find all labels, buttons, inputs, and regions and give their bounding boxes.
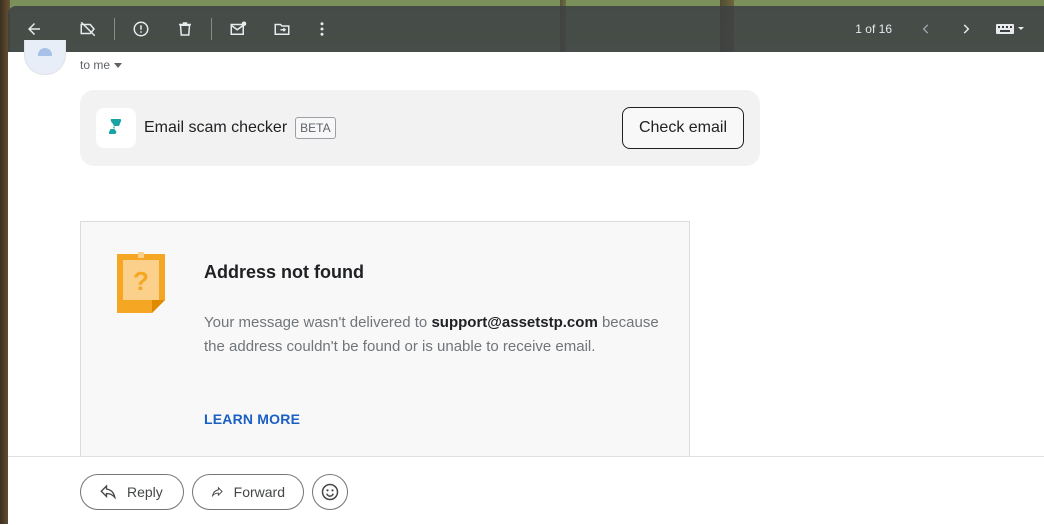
surfshark-logo-icon: [96, 108, 136, 148]
bounce-title: Address not found: [204, 262, 364, 282]
recipient-label: to me: [80, 58, 111, 72]
mark-unread-icon: [230, 21, 247, 35]
back-arrow-icon: [28, 23, 40, 35]
chevron-left-icon: [922, 24, 929, 34]
input-tools-button[interactable]: [986, 9, 1034, 49]
delete-button[interactable]: [165, 9, 205, 49]
move-to-icon: [274, 23, 290, 35]
more-options-button[interactable]: [302, 9, 342, 49]
scam-checker-banner: Email scam checker BETA Check email: [80, 90, 760, 166]
delivery-failure-notice: ? Address not found Your message wasn't …: [80, 221, 690, 462]
bounce-message: Your message wasn't delivered to support…: [204, 311, 664, 359]
reply-actions-bar: Reply Forward: [8, 456, 1044, 525]
bounce-message-prefix: Your message wasn't delivered to: [204, 314, 432, 331]
reply-label: Reply: [127, 484, 163, 500]
forward-icon: [211, 486, 223, 498]
label-off-icon: [80, 21, 96, 37]
chevron-right-icon: [963, 24, 970, 34]
more-vert-icon: [320, 22, 324, 36]
recipient-details-toggle[interactable]: to me: [80, 58, 123, 72]
beta-badge: BETA: [295, 117, 336, 139]
scam-checker-title: Email scam checker: [144, 119, 288, 136]
remove-label-button[interactable]: [68, 9, 108, 49]
forward-label: Forward: [233, 484, 285, 500]
forward-button[interactable]: Forward: [192, 474, 304, 510]
newer-button[interactable]: [906, 9, 946, 49]
missing-address-note-icon: ?: [117, 252, 165, 313]
reply-button[interactable]: Reply: [80, 474, 184, 510]
check-email-button[interactable]: Check email: [621, 107, 744, 149]
message-toolbar: 1 of 16: [8, 6, 1044, 52]
delete-icon: [179, 22, 191, 36]
caret-down-icon: [114, 62, 123, 68]
learn-more-link[interactable]: LEARN MORE: [204, 411, 300, 427]
message-pane: to me Email scam checker BETA Check emai…: [8, 40, 1044, 525]
move-to-button[interactable]: [262, 9, 302, 49]
mark-unread-button[interactable]: [218, 9, 258, 49]
failed-address: support@assetstp.com: [431, 314, 598, 331]
svg-text:?: ?: [133, 266, 149, 296]
older-button[interactable]: [946, 9, 986, 49]
avatar: [24, 40, 66, 75]
reply-icon: [100, 484, 116, 500]
report-spam-icon: [133, 21, 149, 37]
emoji-reaction-button[interactable]: [312, 474, 348, 510]
report-spam-button[interactable]: [121, 9, 161, 49]
toolbar-divider: [211, 18, 212, 40]
smiley-icon: [321, 483, 339, 501]
pager-count: 1 of 16: [855, 22, 892, 36]
toolbar-divider: [114, 18, 115, 40]
keyboard-icon: [996, 24, 1024, 34]
